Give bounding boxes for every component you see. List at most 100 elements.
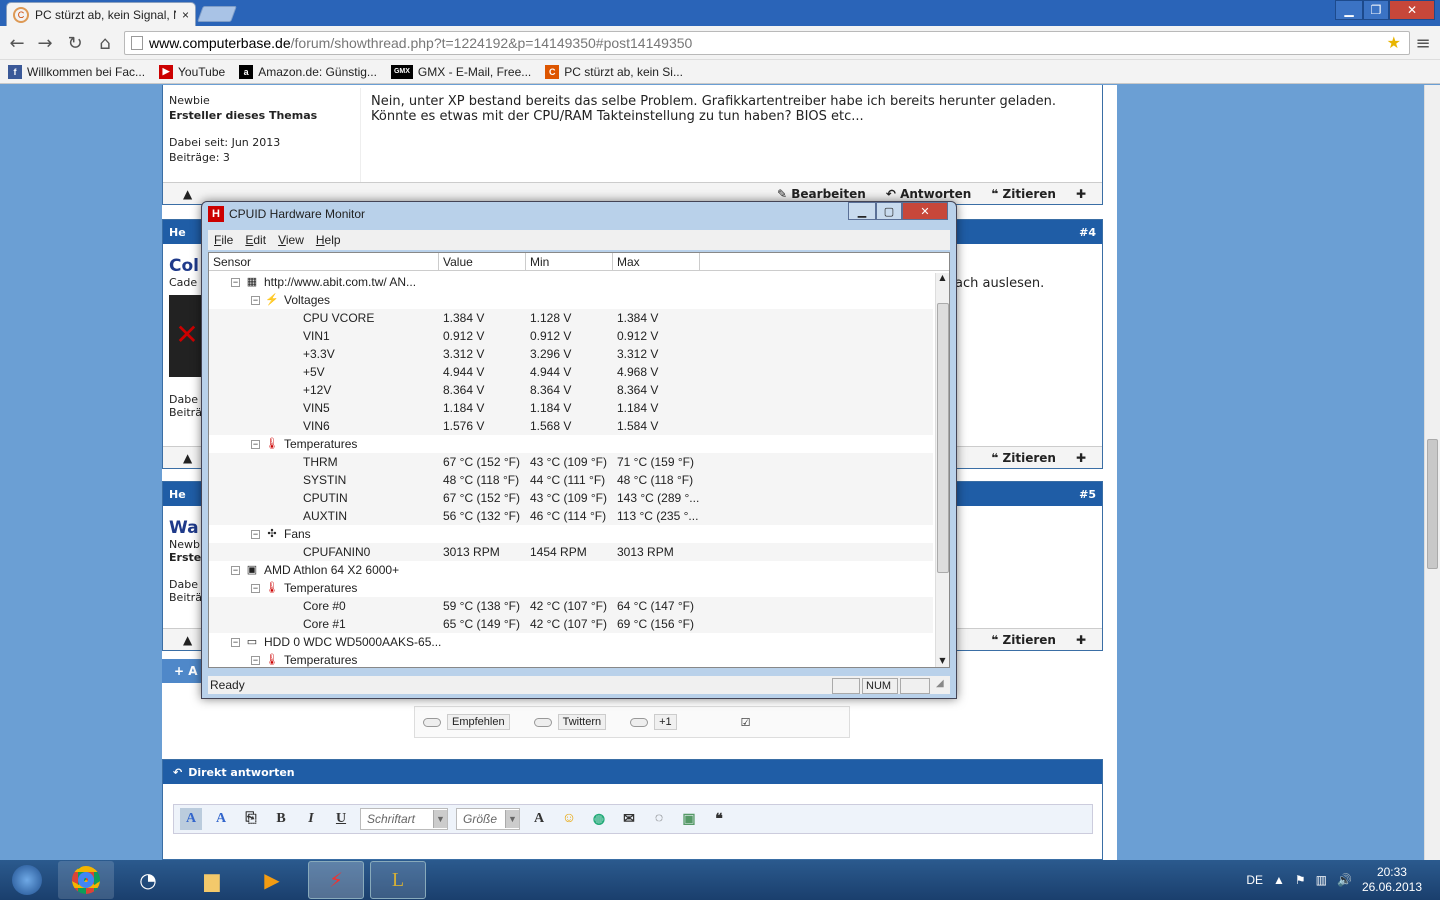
sensor-row[interactable]: Core #1 65 °C (149 °F) 42 °C (107 °F) 69 °C… (209, 615, 933, 633)
bookmark-item[interactable]: a Amazon.de: Günstig... (239, 64, 377, 79)
sensor-row[interactable]: CPUFANIN0 3013 RPM 1454 RPM 3013 RPM (209, 543, 933, 561)
multiquote-icon[interactable]: ✚ (1076, 451, 1086, 465)
tree-node[interactable]: − 🌡 Temperatures (209, 579, 933, 597)
menu-item-view[interactable]: View (278, 233, 304, 247)
gplus-share-button[interactable]: +1 (654, 714, 677, 730)
email-icon[interactable]: ✉ (618, 808, 640, 830)
sensor-row[interactable]: Core #0 59 °C (138 °F) 42 °C (107 °F) 64 °C… (209, 597, 933, 615)
column-sensor[interactable]: Sensor (209, 253, 439, 270)
tree-node[interactable]: − ⚡ Voltages (209, 291, 933, 309)
sensor-row[interactable]: VIN6 1.576 V 1.568 V 1.584 V (209, 417, 933, 435)
size-select[interactable]: Größe ▼ (456, 808, 520, 830)
minimize-button[interactable]: ▁ (1335, 0, 1363, 20)
twitter-toggle[interactable] (533, 717, 552, 727)
back-button[interactable]: ← (6, 33, 28, 54)
taskbar-lol[interactable]: L (370, 861, 426, 899)
collapse-toggle[interactable]: − (231, 566, 240, 575)
menu-item-file[interactable]: File (214, 233, 233, 247)
multiquote-icon[interactable]: ✚ (1076, 633, 1086, 647)
bookmark-item[interactable]: f Willkommen bei Fac... (8, 64, 145, 79)
paste-icon[interactable]: ⎘ (240, 808, 262, 830)
tree-node[interactable]: − ▣ AMD Athlon 64 X2 6000+ (209, 561, 933, 579)
taskbar-app[interactable]: ◔ (120, 861, 176, 899)
gplus-toggle[interactable] (630, 717, 649, 727)
font-color-button[interactable]: A (528, 808, 550, 830)
home-button[interactable]: ⌂ (94, 33, 116, 54)
tree-node[interactable]: − ▭ HDD 0 WDC WD5000AAKS-65... (209, 633, 933, 651)
resize-grip-icon[interactable]: ◢ (936, 678, 944, 689)
report-icon[interactable]: ▲ (183, 187, 192, 201)
sensor-row[interactable]: VIN1 0.912 V 0.912 V 0.912 V (209, 327, 933, 345)
tab-close-icon[interactable]: × (182, 8, 189, 22)
sensor-row[interactable]: VIN5 1.184 V 1.184 V 1.184 V (209, 399, 933, 417)
image-icon[interactable]: ▣ (678, 808, 700, 830)
post-number[interactable]: #5 (1079, 488, 1096, 501)
unlink-icon[interactable]: ◌ (648, 808, 670, 830)
sensor-row[interactable]: SYSTIN 48 °C (118 °F) 44 °C (111 °F) 48 °C … (209, 471, 933, 489)
sensor-row[interactable]: CPU VCORE 1.384 V 1.128 V 1.384 V (209, 309, 933, 327)
clock[interactable]: 20:33 26.06.2013 (1362, 865, 1422, 895)
column-max[interactable]: Max (613, 253, 700, 270)
bookmark-item[interactable]: GMX GMX - E-Mail, Free... (390, 64, 531, 79)
bookmark-item[interactable]: ▶ YouTube (159, 64, 225, 79)
underline-button[interactable]: U (330, 808, 352, 830)
cpuid-close-button[interactable]: ✕ (902, 202, 948, 220)
menu-item-edit[interactable]: Edit (245, 233, 266, 247)
cpuid-maximize-button[interactable]: ▢ (876, 202, 902, 220)
taskbar-chrome[interactable] (58, 861, 114, 899)
bookmark-item[interactable]: C PC stürzt ab, kein Si... (545, 64, 683, 79)
taskbar-explorer[interactable]: ▆ (184, 861, 240, 899)
taskbar-cpuid[interactable]: ⚡ (308, 861, 364, 899)
menu-button[interactable]: ≡ (1412, 33, 1434, 54)
tree-node[interactable]: − 🌡 Temperatures (209, 435, 933, 453)
tab-active[interactable]: C PC stürzt ab, kein Signal, N × (6, 2, 196, 26)
remove-format-icon[interactable]: A (210, 808, 232, 830)
tree-node[interactable]: − ▦ http://www.abit.com.tw/ AN... (209, 273, 933, 291)
quote-button[interactable]: ❝ Zitieren (991, 187, 1056, 201)
sensor-row[interactable]: +5V 4.944 V 4.944 V 4.968 V (209, 363, 933, 381)
switch-mode-icon[interactable]: A (180, 808, 202, 830)
start-button[interactable] (0, 861, 54, 899)
collapse-toggle[interactable]: − (231, 638, 240, 647)
twitter-share-button[interactable]: Twittern (557, 714, 607, 730)
menu-item-help[interactable]: Help (316, 233, 341, 247)
sensor-row[interactable]: THRM 67 °C (152 °F) 43 °C (109 °F) 71 °C (1… (209, 453, 933, 471)
scrollbar-thumb[interactable] (1427, 439, 1438, 569)
reload-button[interactable]: ↻ (64, 33, 86, 54)
close-button[interactable]: ✕ (1389, 0, 1435, 20)
sensor-row[interactable]: +12V 8.364 V 8.364 V 8.364 V (209, 381, 933, 399)
add-reply-button[interactable]: + A (162, 659, 206, 683)
collapse-toggle[interactable]: − (231, 278, 240, 287)
sensor-row[interactable]: +3.3V 3.312 V 3.296 V 3.312 V (209, 345, 933, 363)
tree-scrollbar[interactable]: ▲ ▼ (935, 273, 949, 667)
report-icon[interactable]: ▲ (183, 451, 192, 465)
settings-check-icon[interactable]: ☑ (741, 716, 751, 729)
tree-node[interactable]: − ✣ Fans (209, 525, 933, 543)
sensor-row[interactable]: CPUTIN 67 °C (152 °F) 43 °C (109 °F) 143 °C… (209, 489, 933, 507)
edit-button[interactable]: ✎ Bearbeiten (777, 187, 866, 201)
collapse-toggle[interactable]: − (251, 530, 260, 539)
scroll-down-icon[interactable]: ▼ (936, 656, 949, 665)
volume-icon[interactable]: 🔊 (1337, 873, 1352, 887)
smiley-icon[interactable]: ☺ (558, 808, 580, 830)
facebook-share-button[interactable]: Empfehlen (447, 714, 510, 730)
quote-button[interactable]: ❝ Zitieren (991, 633, 1056, 647)
cpuid-minimize-button[interactable]: ▁ (848, 202, 876, 220)
quote-button[interactable]: ❝ Zitieren (991, 451, 1056, 465)
column-min[interactable]: Min (526, 253, 613, 270)
report-icon[interactable]: ▲ (183, 633, 192, 647)
bold-button[interactable]: B (270, 808, 292, 830)
flag-icon[interactable]: ⚑ (1295, 873, 1306, 887)
sensor-row[interactable]: AUXTIN 56 °C (132 °F) 46 °C (114 °F) 113 °C… (209, 507, 933, 525)
column-value[interactable]: Value (439, 253, 526, 270)
restore-button[interactable]: ❐ (1363, 0, 1389, 20)
font-select[interactable]: Schriftart ▼ (360, 808, 448, 830)
collapse-toggle[interactable]: − (251, 440, 260, 449)
collapse-toggle[interactable]: − (251, 656, 260, 665)
language-indicator[interactable]: DE (1246, 873, 1263, 887)
quote-icon[interactable]: ❝ (708, 808, 730, 830)
taskbar-media[interactable]: ▶ (244, 861, 300, 899)
collapse-toggle[interactable]: − (251, 296, 260, 305)
scroll-up-icon[interactable]: ▲ (936, 273, 949, 282)
italic-button[interactable]: I (300, 808, 322, 830)
